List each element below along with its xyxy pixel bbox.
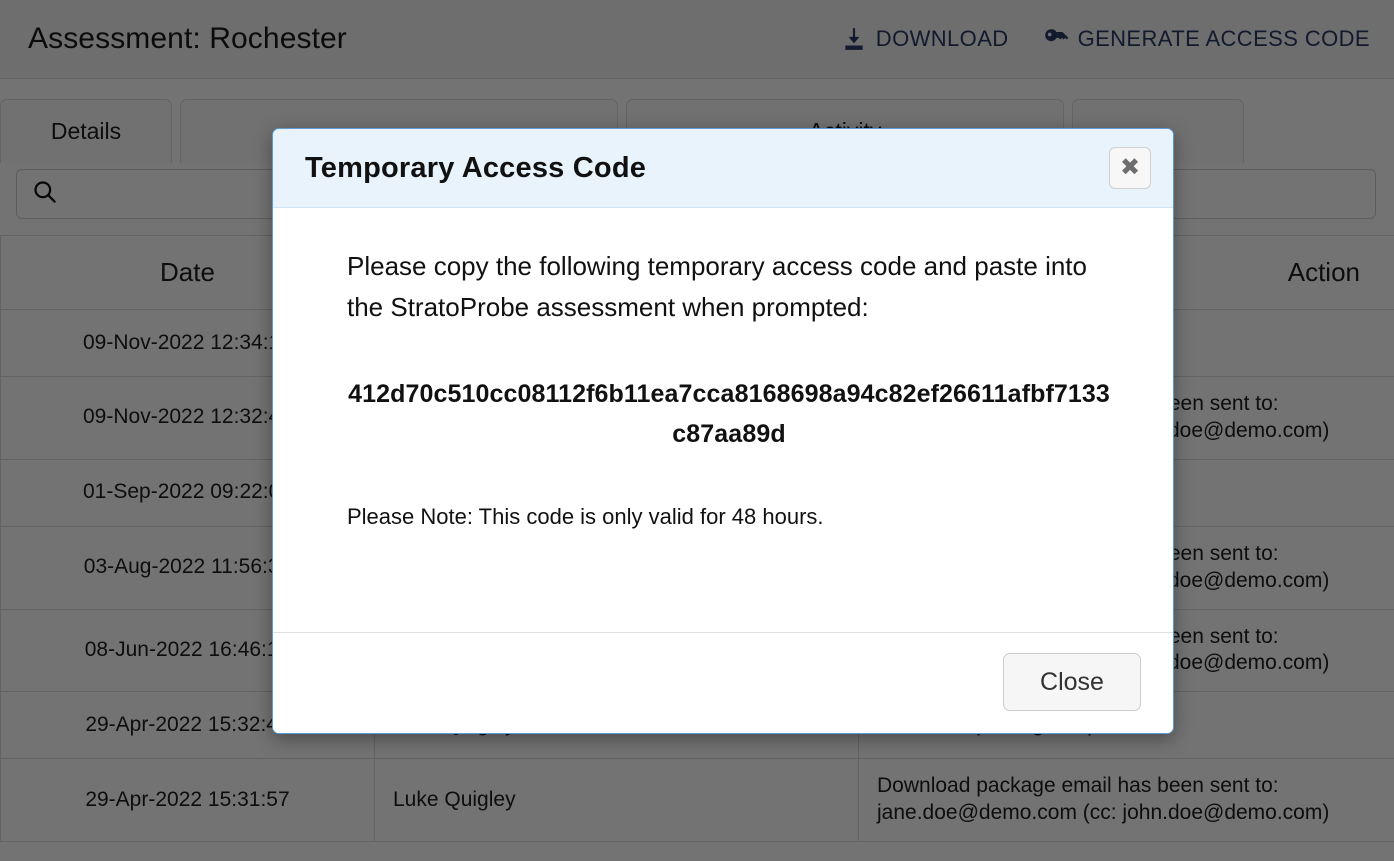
app-bar: Assessment: Rochester DOWNLOAD GENERATE … (0, 0, 1394, 79)
cell-action: Download package email has been sent to:… (858, 758, 1394, 842)
modal-body: Please copy the following temporary acce… (273, 208, 1173, 632)
table-row[interactable]: 29-Apr-2022 15:31:57 Luke Quigley Download… (0, 758, 1394, 842)
modal-footer: Close (273, 632, 1173, 733)
cell-name: Luke Quigley (374, 758, 859, 842)
modal-instruction-text: Please copy the following temporary acce… (347, 251, 1087, 323)
access-code-value[interactable]: 412d70c510cc08112f6b11ea7cca8168698a94c8… (347, 374, 1131, 454)
key-icon (1043, 26, 1069, 52)
close-icon[interactable]: ✖ (1109, 147, 1151, 189)
search-icon (31, 178, 58, 210)
generate-access-code-button[interactable]: GENERATE ACCESS CODE (1043, 26, 1370, 52)
generate-access-code-label: GENERATE ACCESS CODE (1077, 26, 1370, 51)
modal-note-text: Please Note: This code is only valid for… (347, 504, 824, 530)
page-title: Assessment: Rochester (28, 22, 347, 55)
download-button-label: DOWNLOAD (875, 26, 1009, 51)
app-bar-actions: DOWNLOAD GENERATE ACCESS CODE (841, 26, 1370, 52)
tab-details[interactable]: Details (0, 99, 172, 163)
download-button[interactable]: DOWNLOAD (841, 26, 1009, 52)
page-root: Assessment: Rochester DOWNLOAD GENERATE … (0, 0, 1394, 861)
cell-date: 29-Apr-2022 15:31:57 (0, 758, 375, 842)
download-icon (841, 26, 867, 52)
temporary-access-code-modal: Temporary Access Code ✖ Please copy the … (272, 128, 1174, 734)
close-button[interactable]: Close (1003, 653, 1141, 711)
tab-details-label: Details (50, 118, 122, 144)
modal-title: Temporary Access Code (305, 151, 647, 184)
modal-header: Temporary Access Code ✖ (273, 129, 1173, 208)
